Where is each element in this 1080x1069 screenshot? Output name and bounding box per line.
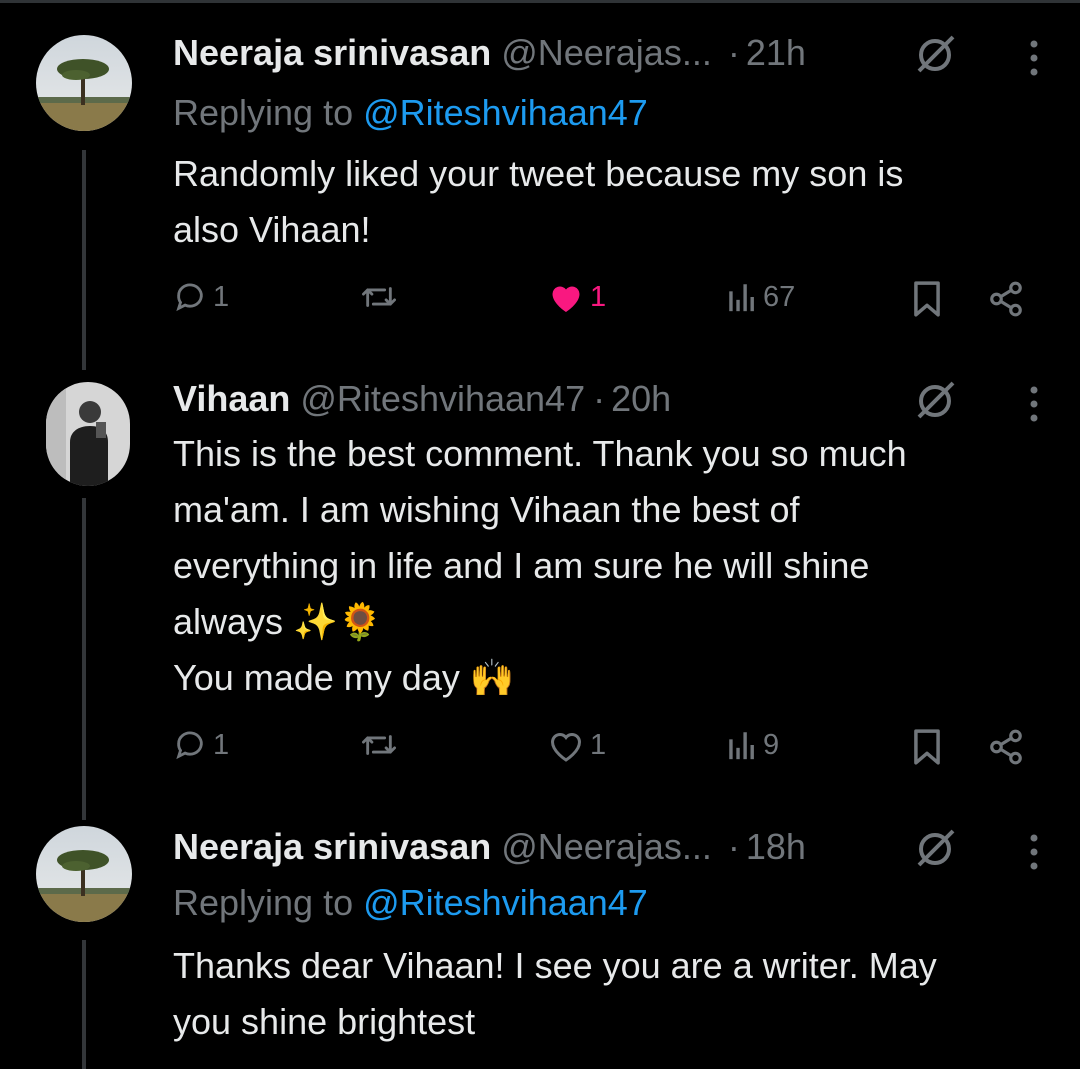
author-name[interactable]: Neeraja srinivasan: [173, 32, 491, 74]
reply-button[interactable]: 1: [173, 280, 229, 314]
retweet-button[interactable]: [359, 280, 399, 314]
share-button[interactable]: [986, 728, 1026, 766]
author-name[interactable]: Neeraja srinivasan: [173, 826, 491, 868]
reply-icon: [176, 283, 203, 312]
avatar[interactable]: [46, 382, 130, 486]
more-icon[interactable]: [1028, 384, 1040, 429]
replying-to-label: Replying to: [173, 882, 364, 923]
replying-to-label: Replying to: [173, 92, 364, 133]
views-button[interactable]: 67: [727, 280, 795, 314]
avatar[interactable]: [36, 35, 132, 131]
bookmark-icon: [914, 281, 940, 317]
grok-icon[interactable]: [913, 827, 961, 872]
more-icon[interactable]: [1028, 832, 1040, 877]
like-count: 1: [590, 280, 607, 313]
like-count: 1: [590, 728, 607, 761]
reply-icon: [176, 731, 203, 760]
avatar[interactable]: [36, 826, 132, 922]
like-button[interactable]: 1: [548, 280, 606, 314]
timestamp[interactable]: 20h: [611, 378, 671, 420]
replying-to: Replying to @Riteshvihaan47: [173, 92, 648, 134]
tweet-3[interactable]: Neeraja srinivasan @Neerajas... · 18h Re…: [0, 820, 1080, 1069]
like-icon: [552, 286, 580, 312]
bookmark-button[interactable]: [911, 728, 943, 766]
separator-dot: ·: [727, 32, 740, 73]
grok-icon[interactable]: [913, 379, 961, 424]
separator-dot: ·: [727, 826, 740, 867]
reply-mention-link[interactable]: @Riteshvihaan47: [363, 92, 648, 133]
author-handle[interactable]: @Neerajas...: [501, 826, 712, 868]
views-icon: [729, 732, 754, 760]
share-icon: [990, 281, 1022, 317]
action-bar: 1 1 67: [173, 280, 1040, 324]
tweet-text: Randomly liked your tweet because my son…: [173, 153, 904, 250]
tweet-text: Thanks dear Vihaan! I see you are a writ…: [173, 945, 937, 1042]
retweet-icon: [362, 735, 397, 755]
grok-icon[interactable]: [913, 33, 961, 78]
replying-to: Replying to @Riteshvihaan47: [173, 882, 648, 924]
timestamp[interactable]: 18h: [746, 826, 806, 868]
like-button[interactable]: 1: [548, 728, 606, 762]
author-handle[interactable]: @Riteshvihaan47: [300, 378, 585, 420]
author-handle[interactable]: @Neerajas...: [501, 32, 712, 74]
retweet-icon: [362, 287, 397, 307]
tweet-2[interactable]: Vihaan @Riteshvihaan47 · 20h This is the…: [0, 370, 1080, 820]
share-icon: [990, 729, 1022, 765]
bookmark-button[interactable]: [911, 280, 943, 318]
reply-button[interactable]: 1: [173, 728, 229, 762]
action-bar: 1 1 9: [173, 728, 1040, 772]
tweet-1[interactable]: Neeraja srinivasan @Neerajas... · 21h Re…: [0, 0, 1080, 370]
timestamp[interactable]: 21h: [746, 32, 806, 74]
views-icon: [729, 284, 754, 312]
view-count: 67: [763, 280, 796, 313]
reply-mention-link[interactable]: @Riteshvihaan47: [363, 882, 648, 923]
separator-dot: ·: [593, 378, 606, 419]
views-button[interactable]: 9: [727, 728, 779, 762]
tweet-text: This is the best comment. Thank you so m…: [173, 433, 907, 698]
share-button[interactable]: [986, 280, 1026, 318]
reply-count: 1: [213, 280, 230, 313]
reply-count: 1: [213, 728, 230, 761]
like-icon: [550, 733, 582, 762]
retweet-button[interactable]: [359, 728, 399, 762]
view-count: 9: [763, 728, 780, 761]
more-icon[interactable]: [1028, 38, 1040, 83]
bookmark-icon: [914, 729, 940, 765]
author-name[interactable]: Vihaan: [173, 378, 290, 420]
